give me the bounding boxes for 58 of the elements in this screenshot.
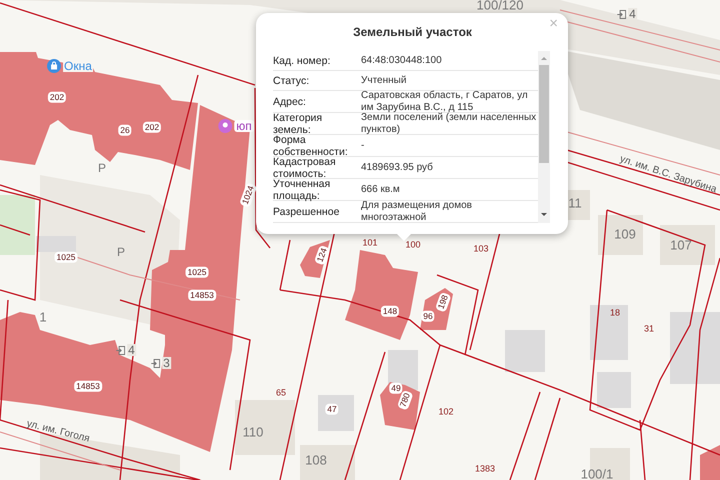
map-pin-icon xyxy=(218,119,232,133)
entrance-icon xyxy=(151,358,160,368)
parking-label: P xyxy=(117,246,125,258)
house-number: 110 xyxy=(242,426,264,438)
parking-label: P xyxy=(98,162,106,174)
house-number: 1 xyxy=(39,310,47,324)
parcel-number: 1025 xyxy=(54,252,78,262)
field-value: 4189693.95 руб xyxy=(361,162,434,174)
close-button[interactable]: × xyxy=(546,16,561,31)
field-label: Статус: xyxy=(273,74,310,86)
house-number: 108 xyxy=(305,454,327,466)
parcel-number: 202 xyxy=(142,122,162,132)
place-label: юп xyxy=(234,120,254,132)
field-label: Уточненная площадь: xyxy=(273,178,332,202)
house-number: 100/120 xyxy=(476,0,524,12)
parcel-number: 148 xyxy=(380,306,400,316)
field-label: Категория земель: xyxy=(273,112,324,136)
parcel-number: 18 xyxy=(610,308,620,318)
house-number: 100/1 xyxy=(580,468,614,480)
entrance-number: 4 xyxy=(628,8,637,20)
parcel-number: 102 xyxy=(438,408,454,416)
parcel-number: 65 xyxy=(276,388,286,398)
parcel-number: 26 xyxy=(118,124,132,136)
house-number: 109 xyxy=(614,228,636,240)
parcel-number: 100 xyxy=(405,240,421,250)
parcel-number: 96 xyxy=(421,310,435,322)
house-number: 107 xyxy=(670,238,692,252)
field-value: Земли поселений (земли населенных пунктов) xyxy=(361,112,538,136)
parcel-number: 1025 xyxy=(186,266,208,278)
place-label: Окна xyxy=(63,60,93,72)
field-label: Форма собственности: xyxy=(273,134,349,158)
parcel-number: 14853 xyxy=(74,380,102,392)
parcel-number: 1383 xyxy=(474,464,496,474)
popup-title: Земельный участок xyxy=(353,25,472,39)
scrollbar[interactable] xyxy=(538,51,550,223)
entrance-number: 3 xyxy=(162,357,171,369)
field-label: Кад. номер: xyxy=(273,54,332,66)
entrance-icon xyxy=(116,346,126,354)
field-value: 666 кв.м xyxy=(361,184,401,196)
field-value: - xyxy=(361,140,366,152)
parcel-number: 49 xyxy=(389,382,403,394)
field-label: Адрес: xyxy=(273,96,307,108)
field-label: Разрешенное xyxy=(273,206,340,218)
field-value: 64:48:030448:100 xyxy=(361,54,443,66)
parcel-number: 202 xyxy=(48,92,66,102)
entrance-icon xyxy=(617,10,626,18)
parcel-number: 14853 xyxy=(188,290,216,300)
parcel-number: 47 xyxy=(325,404,339,414)
parcel-number: 103 xyxy=(473,244,489,254)
field-value: Саратовская область, г Саратов, ул им Зарубина В.С., д 115 xyxy=(361,90,529,112)
house-number: 11 xyxy=(568,196,582,210)
entrance-number: 4 xyxy=(127,344,136,356)
field-value: Учтенный xyxy=(361,74,408,86)
parcel-number: 101 xyxy=(362,238,378,248)
street-name: ул. им. Гоголя xyxy=(25,419,91,445)
field-value: Для размещения домов многоэтажной xyxy=(361,200,473,223)
parcel-number: 31 xyxy=(644,324,654,334)
field-label: Кадастровая стоимость: xyxy=(273,156,337,180)
